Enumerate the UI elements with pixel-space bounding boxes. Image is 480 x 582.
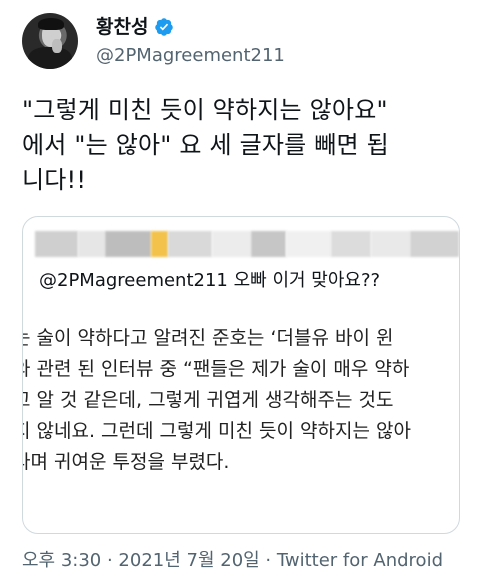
author-name-row[interactable]: 황찬성 bbox=[96, 14, 174, 40]
author-display-name[interactable]: 황찬성 bbox=[96, 14, 148, 40]
avatar[interactable] bbox=[22, 13, 78, 69]
quoted-text-line: 는 술이 약하다고 알려진 준호는 ‘더블유 바이 윈 bbox=[22, 327, 394, 349]
tweet-text-line: 니다!! bbox=[22, 166, 87, 194]
avatar-hand-shape bbox=[52, 39, 62, 53]
tweet-timestamp-source[interactable]: 오후 3:30 · 2021년 7월 20일 · Twitter for And… bbox=[22, 549, 443, 573]
quoted-text-line: 라며 귀여운 투정을 부렸다. bbox=[22, 451, 230, 473]
tweet-text: "그렇게 미친 듯이 약하지는 않아요" 에서 "는 않아" 요 세 글자를 빼… bbox=[22, 93, 462, 198]
quoted-text-line: 지 않네요. 그런데 그렇게 미친 듯이 약하지는 않아 bbox=[22, 420, 411, 442]
quoted-text-line: 와 관련 된 인터뷰 중 “팬들은 제가 술이 매우 약하 bbox=[22, 358, 410, 380]
redacted-header bbox=[23, 231, 459, 257]
quoted-text-line: 고 알 것 같은데, 그렇게 귀엽게 생각해주는 것도 bbox=[22, 389, 394, 411]
quoted-tweet-card[interactable]: @2PMagreement211 오빠 이거 맞아요?? 는 술이 약하다고 알… bbox=[22, 216, 460, 534]
author-handle[interactable]: @2PMagreement211 bbox=[96, 44, 285, 68]
tweet-text-line: 에서 "는 않아" 요 세 글자를 빼면 됩 bbox=[22, 131, 389, 159]
avatar-body-shape bbox=[28, 47, 72, 69]
verified-badge-icon bbox=[155, 18, 174, 36]
avatar-hair-shape bbox=[38, 18, 64, 30]
quoted-reply-text: @2PMagreement211 오빠 이거 맞아요?? bbox=[39, 270, 381, 291]
quoted-image-text: 는 술이 약하다고 알려진 준호는 ‘더블유 바이 윈 와 관련 된 인터뷰 중… bbox=[22, 323, 459, 478]
tweet-text-line: "그렇게 미친 듯이 약하지는 않아요" bbox=[22, 96, 388, 124]
